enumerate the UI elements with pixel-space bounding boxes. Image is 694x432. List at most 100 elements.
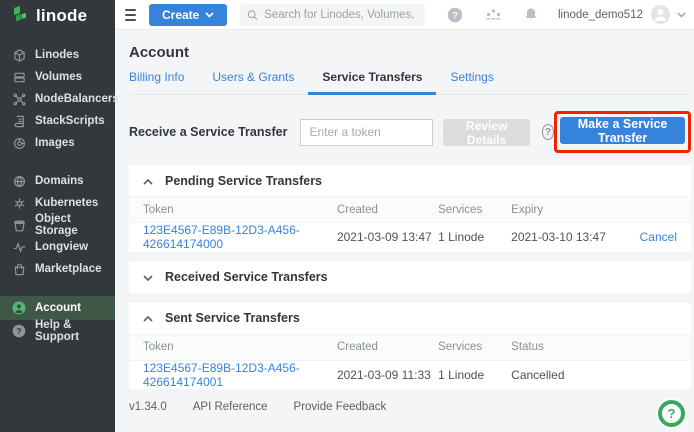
tab-service-transfers[interactable]: Service Transfers	[308, 70, 436, 95]
pulse-icon	[12, 240, 26, 254]
make-service-transfer-button[interactable]: Make a Service Transfer	[560, 117, 685, 144]
kubernetes-icon	[12, 196, 26, 210]
nodebalancer-icon	[12, 92, 26, 106]
sidebar-item-label: Longview	[35, 241, 88, 253]
linode-logo[interactable]: linode	[0, 0, 115, 32]
tab-settings[interactable]: Settings	[436, 70, 507, 94]
column-header-token: Token	[129, 334, 337, 360]
sidebar-item-object-storage[interactable]: Object Storage	[0, 214, 115, 236]
logo-wordmark: linode	[36, 6, 87, 26]
nav-divider	[0, 154, 115, 170]
received-transfers-panel: Received Service Transfers	[129, 262, 691, 293]
help-circle-icon: ?	[12, 324, 26, 338]
table-row: 123E4567-E89B-12D3-A456-426614174000 202…	[129, 223, 691, 252]
token-link[interactable]: 123E4567-E89B-12D3-A456-426614174001	[143, 361, 300, 389]
community-icon[interactable]	[485, 8, 502, 22]
expiry-cell: 2021-03-10 13:47	[511, 223, 618, 252]
stackscripts-icon	[12, 114, 26, 128]
column-header-expiry: Expiry	[511, 197, 618, 223]
sidebar-item-longview[interactable]: Longview	[0, 236, 115, 258]
column-header-created: Created	[337, 197, 438, 223]
username-label: linode_demo512	[558, 9, 643, 21]
menu-icon[interactable]	[125, 6, 136, 24]
version-label: v1.34.0	[129, 401, 167, 413]
table-header-row: Token Created Services Expiry	[129, 197, 691, 223]
sidebar-item-stackscripts[interactable]: StackScripts	[0, 110, 115, 132]
provide-feedback-link[interactable]: Provide Feedback	[294, 401, 387, 413]
sidebar-item-label: NodeBalancers	[35, 93, 119, 105]
section-title: Sent Service Transfers	[165, 311, 300, 325]
help-bubble-button[interactable]: ?	[658, 400, 685, 427]
search-icon	[247, 9, 258, 21]
column-header-token: Token	[129, 197, 337, 223]
sidebar-item-label: Kubernetes	[35, 197, 98, 209]
column-header-created: Created	[337, 334, 438, 360]
volumes-icon	[12, 70, 26, 84]
column-header-services: Services	[438, 197, 511, 223]
create-button[interactable]: Create	[149, 4, 227, 26]
account-icon	[12, 301, 26, 315]
global-search[interactable]	[240, 4, 425, 26]
api-reference-link[interactable]: API Reference	[193, 401, 268, 413]
search-input[interactable]	[264, 9, 418, 21]
receive-transfer-label: Receive a Service Transfer	[129, 125, 287, 139]
nav-divider	[0, 280, 115, 296]
sidebar-item-account[interactable]: Account	[0, 296, 115, 320]
page-title: Account	[129, 44, 691, 61]
page-footer: v1.34.0 API Reference Provide Feedback	[129, 401, 691, 413]
sidebar-item-help-support[interactable]: ? Help & Support	[0, 320, 115, 342]
token-input[interactable]	[300, 119, 433, 146]
sidebar-item-label: Marketplace	[35, 263, 101, 275]
section-title: Pending Service Transfers	[165, 174, 322, 188]
marketplace-icon	[12, 262, 26, 276]
sidebar-item-label: Domains	[35, 175, 84, 187]
sidebar-item-domains[interactable]: Domains	[0, 170, 115, 192]
services-cell: 1 Linode	[438, 223, 511, 252]
sidebar-item-images[interactable]: Images	[0, 132, 115, 154]
help-icon[interactable]: ?	[447, 7, 463, 23]
sidebar-item-label: Help & Support	[35, 319, 115, 343]
sidebar-item-nodebalancers[interactable]: NodeBalancers	[0, 88, 115, 110]
cancel-link[interactable]: Cancel	[640, 230, 677, 244]
column-header-status: Status	[511, 334, 618, 360]
created-cell: 2021-03-09 11:33	[337, 360, 438, 389]
sidebar-item-label: StackScripts	[35, 115, 105, 127]
annotation-highlight: Make a Service Transfer	[554, 111, 691, 153]
chevron-down-icon	[205, 12, 214, 18]
sidebar-item-volumes[interactable]: Volumes	[0, 66, 115, 88]
chevron-up-icon	[143, 172, 153, 190]
main-content: Account Billing Info Users & Grants Serv…	[115, 30, 694, 432]
services-cell: 1 Linode	[438, 360, 511, 389]
token-link[interactable]: 123E4567-E89B-12D3-A456-426614174000	[143, 223, 300, 251]
question-mark-icon[interactable]: ?	[542, 124, 554, 140]
notifications-bell-icon[interactable]	[524, 7, 538, 22]
sidebar: linode Linodes Volumes NodeBalancers Sta…	[0, 0, 115, 432]
table-header-row: Token Created Services Status	[129, 334, 691, 360]
user-menu-chevron-icon[interactable]	[677, 12, 686, 18]
svg-text:?: ?	[452, 10, 458, 21]
pending-transfers-accordion[interactable]: Pending Service Transfers	[129, 165, 691, 196]
create-button-label: Create	[162, 8, 199, 22]
tab-billing-info[interactable]: Billing Info	[129, 70, 198, 94]
column-header-services: Services	[438, 334, 511, 360]
review-details-button[interactable]: Review Details	[443, 119, 529, 146]
top-bar: Create ? linode_demo512	[115, 0, 694, 30]
status-cell: Cancelled	[511, 360, 618, 389]
sidebar-item-kubernetes[interactable]: Kubernetes	[0, 192, 115, 214]
sidebar-item-marketplace[interactable]: Marketplace	[0, 258, 115, 280]
linode-logo-icon	[11, 5, 29, 28]
sent-transfers-accordion[interactable]: Sent Service Transfers	[129, 303, 691, 334]
cube-icon	[12, 48, 26, 62]
tab-users-grants[interactable]: Users & Grants	[198, 70, 308, 94]
sidebar-item-linodes[interactable]: Linodes	[0, 44, 115, 66]
images-icon	[12, 136, 26, 150]
sidebar-item-label: Account	[35, 302, 81, 314]
receive-transfer-row: Receive a Service Transfer Review Detail…	[129, 111, 691, 153]
chevron-down-icon	[143, 268, 153, 286]
avatar[interactable]	[651, 5, 670, 24]
received-transfers-accordion[interactable]: Received Service Transfers	[129, 262, 691, 293]
column-header-actions	[618, 197, 691, 223]
chevron-up-icon	[143, 309, 153, 327]
pending-transfers-panel: Pending Service Transfers Token Created …	[129, 165, 691, 252]
created-cell: 2021-03-09 13:47	[337, 223, 438, 252]
